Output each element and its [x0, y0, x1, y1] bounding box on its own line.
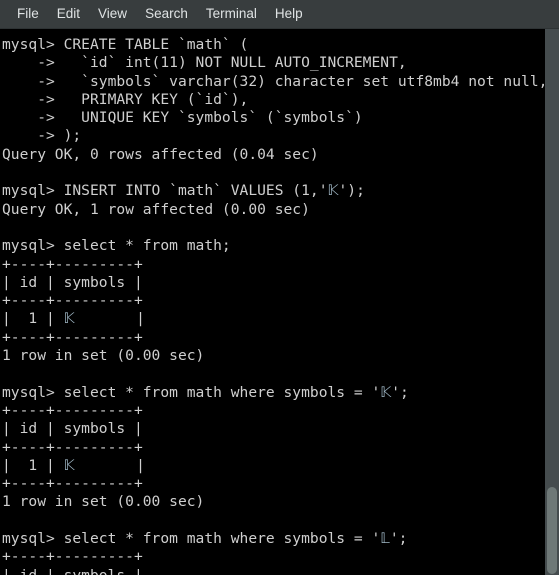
math-symbol-glyph: 𝕃: [380, 530, 390, 548]
terminal-line: 1 row in set (0.00 sec): [2, 347, 205, 365]
terminal-line: | 1 | 𝕂 |: [2, 310, 145, 328]
terminal-line: +----+---------+: [2, 292, 143, 310]
terminal-line: | id | symbols |: [2, 273, 143, 291]
terminal-line: mysql> INSERT INTO `math` VALUES (1,'𝕂')…: [2, 182, 365, 200]
terminal-line: +----+---------+: [2, 548, 143, 566]
math-symbol-glyph: 𝕂: [380, 383, 392, 401]
terminal-line: -> UNIQUE KEY `symbols` (`symbols`): [37, 109, 363, 127]
terminal-line: | id | symbols |: [2, 567, 545, 575]
terminal-line: mysql> CREATE TABLE `math` (: [2, 36, 249, 53]
terminal-line: mysql> select * from math where symbols …: [2, 530, 408, 548]
menu-item-edit[interactable]: Edit: [48, 5, 89, 24]
terminal-line: -> PRIMARY KEY (`id`),: [37, 90, 249, 108]
terminal-line: +----+---------+: [2, 475, 143, 493]
menu-bar: File Edit View Search Terminal Help: [0, 0, 559, 29]
menu-item-terminal[interactable]: Terminal: [197, 5, 266, 24]
scrollbar-thumb[interactable]: [547, 487, 557, 574]
terminal-line: Query OK, 1 row affected (0.00 sec): [2, 200, 310, 218]
terminal-line: -> );: [37, 127, 82, 145]
terminal-line: | 1 | 𝕂 |: [2, 456, 145, 474]
terminal-scrollbar[interactable]: [545, 29, 559, 575]
terminal-line: | id | symbols |: [2, 420, 143, 438]
math-symbol-glyph: 𝕂: [63, 456, 75, 474]
terminal-line: +----+---------+: [2, 438, 143, 456]
terminal-window: mysql> CREATE TABLE `math` ( -> `id` int…: [0, 29, 559, 575]
terminal-line: -> `id` int(11) NOT NULL AUTO_INCREMENT,: [37, 54, 407, 72]
terminal-line: +----+---------+: [2, 255, 143, 273]
terminal-line: -> `symbols` varchar(32) character set u…: [37, 72, 545, 90]
terminal-line: mysql> select * from math where symbols …: [2, 383, 409, 401]
menu-item-search[interactable]: Search: [136, 5, 197, 24]
menu-item-view[interactable]: View: [89, 5, 136, 24]
math-symbol-glyph: 𝕂: [63, 310, 75, 328]
terminal-line: Query OK, 0 rows affected (0.04 sec): [2, 145, 319, 163]
terminal-output[interactable]: mysql> CREATE TABLE `math` ( -> `id` int…: [0, 29, 545, 575]
terminal-line: +----+---------+: [2, 328, 143, 346]
terminal-line: +----+---------+: [2, 401, 143, 419]
terminal-line: 1 row in set (0.00 sec): [2, 493, 205, 511]
math-symbol-glyph: 𝕂: [327, 182, 339, 200]
terminal-line: mysql> select * from math;: [2, 237, 231, 255]
menu-item-file[interactable]: File: [8, 5, 48, 24]
menu-item-help[interactable]: Help: [266, 5, 312, 24]
